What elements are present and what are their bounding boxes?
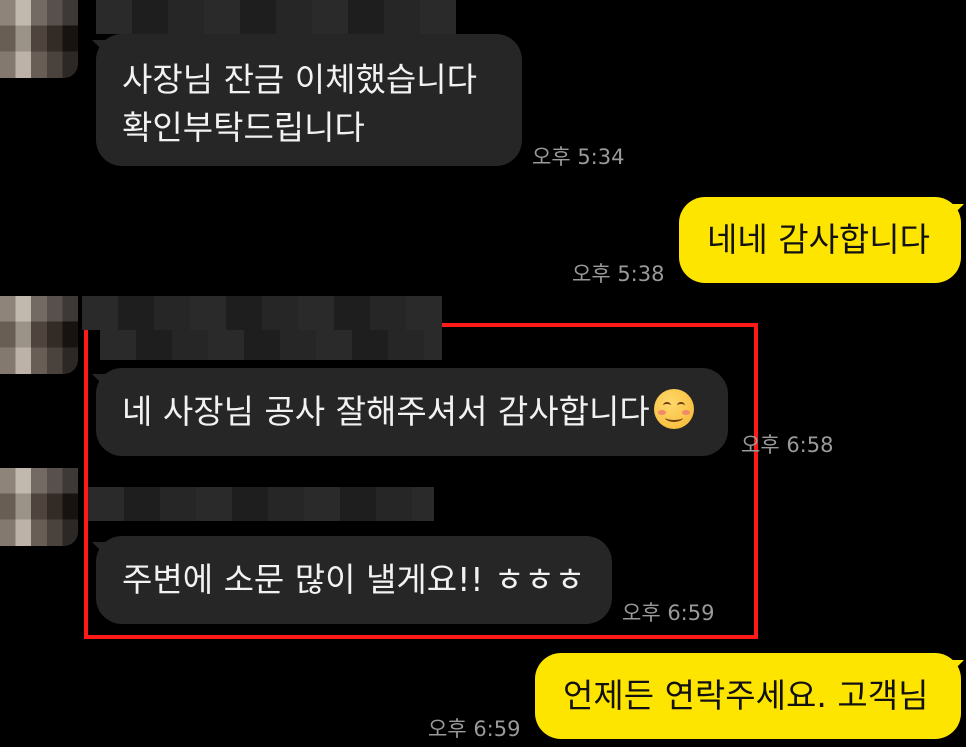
message-text: 네네 감사합니다 [707,220,931,259]
message-timestamp: 오후 5:34 [532,145,625,169]
message-text: 사장님 잔금 이체했습니다 [122,60,477,99]
message-bubble-incoming[interactable]: 네 사장님 공사 잘해주셔서 감사합니다 [96,368,728,456]
message-bubble-outgoing[interactable]: 언제든 연락주세요. 고객님 [535,653,961,739]
sender-name-blurred [100,330,442,360]
message-text: 언제든 연락주세요. 고객님 [563,676,929,715]
smiling-face-icon [653,389,694,429]
sender-avatar-blurred[interactable] [0,468,78,546]
message-bubble-outgoing[interactable]: 네네 감사합니다 [679,197,961,283]
message-bubble-incoming[interactable]: 주변에 소문 많이 낼게요!! ㅎㅎㅎ [96,536,612,624]
message-timestamp: 오후 6:58 [741,433,834,457]
sender-name-blurred [96,0,456,34]
message-bubble-incoming[interactable]: 사장님 잔금 이체했습니다 확인부탁드립니다 [96,34,522,166]
sender-avatar-blurred[interactable] [0,0,78,78]
message-text: 확인부탁드립니다 [122,108,365,147]
message-timestamp: 오후 5:38 [572,262,665,286]
sender-name-blurred [88,487,434,521]
message-text: 네 사장님 공사 잘해주셔서 감사합니다 [122,392,650,431]
sender-avatar-blurred[interactable] [0,296,78,374]
message-timestamp: 오후 6:59 [622,601,715,625]
message-text: 주변에 소문 많이 낼게요!! ㅎㅎㅎ [122,560,586,599]
sender-name-blurred [82,296,442,330]
message-timestamp: 오후 6:59 [428,717,521,741]
